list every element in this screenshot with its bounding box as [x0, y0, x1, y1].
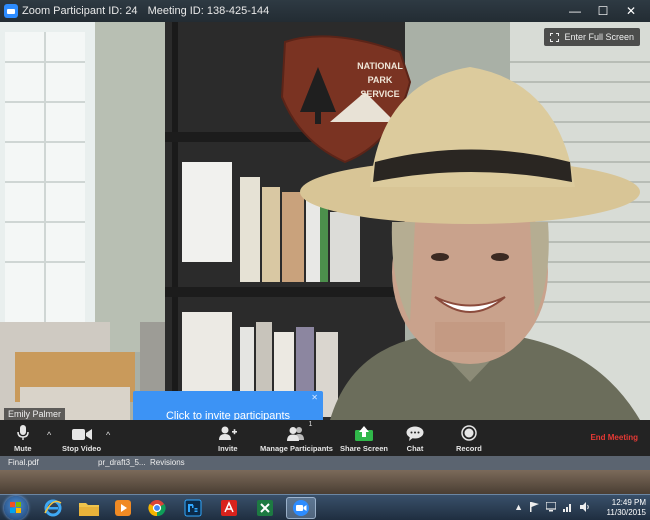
invite-button[interactable]: Invite: [218, 424, 238, 453]
mute-label: Mute: [14, 444, 32, 453]
mute-button[interactable]: Mute: [14, 424, 32, 453]
display-icon[interactable]: [546, 502, 556, 512]
share-screen-label: Share Screen: [340, 444, 388, 453]
background-windows-strip: Final.pdf pr_draft3_5... Revisions: [0, 456, 650, 470]
window-controls: — ☐ ✕: [562, 2, 644, 19]
meeting-id: Meeting ID: 138-425-144: [147, 5, 270, 17]
taskbar: ▲ 12:49 PM 11/30/2015: [0, 494, 650, 520]
nps-sign-text: SERVICE: [360, 89, 399, 99]
video-image: NATIONAL PARK SERVICE: [0, 22, 650, 420]
record-icon: [461, 424, 477, 441]
stop-video-button[interactable]: Stop Video: [62, 424, 101, 453]
video-feed: NATIONAL PARK SERVICE Enter Full Screen Em…: [0, 22, 650, 420]
clock-date: 11/30/2015: [606, 508, 646, 517]
audio-options-caret-icon[interactable]: ^: [47, 430, 51, 440]
video-camera-icon: [71, 424, 92, 441]
enter-full-screen-button[interactable]: Enter Full Screen: [544, 28, 640, 46]
system-tray: ▲: [514, 502, 590, 512]
start-button[interactable]: [4, 496, 28, 520]
invite-tooltip-close-button[interactable]: ✕: [311, 393, 318, 402]
manage-participants-button[interactable]: 1 Manage Participants: [260, 421, 333, 453]
internet-explorer-icon[interactable]: [38, 497, 68, 519]
flag-icon[interactable]: [530, 502, 539, 512]
chat-button[interactable]: Chat: [406, 424, 424, 453]
background-window-1[interactable]: Final.pdf: [8, 458, 39, 467]
clock[interactable]: 12:49 PM 11/30/2015: [607, 498, 646, 518]
file-explorer-icon[interactable]: [74, 497, 104, 519]
title-bar: Zoom Participant ID: 24 Meeting ID: 138-…: [0, 0, 650, 22]
invite-label: Invite: [218, 444, 238, 453]
invite-tooltip[interactable]: Click to invite participants ✕: [133, 391, 323, 420]
media-player-icon[interactable]: [108, 497, 138, 519]
photoshop-icon[interactable]: [178, 497, 208, 519]
expand-icon: [550, 32, 560, 42]
volume-icon[interactable]: [580, 502, 590, 512]
maximize-button[interactable]: ☐: [590, 2, 616, 19]
enter-full-screen-label: Enter Full Screen: [564, 32, 634, 42]
participant-name-label: Emily Palmer: [4, 408, 66, 420]
background-window-2[interactable]: pr_draft3_5...: [98, 458, 146, 467]
window-title: Zoom Participant ID: 24: [22, 5, 138, 17]
stop-video-label: Stop Video: [62, 444, 102, 453]
show-hidden-icons-arrow-icon[interactable]: ▲: [514, 502, 523, 512]
acrobat-icon[interactable]: [214, 497, 244, 519]
record-button[interactable]: Record: [456, 424, 482, 453]
excel-icon[interactable]: [250, 497, 280, 519]
chat-label: Chat: [406, 444, 424, 453]
participant-count-badge: 1: [308, 421, 313, 428]
video-options-caret-icon[interactable]: ^: [106, 430, 110, 440]
zoom-window: Zoom Participant ID: 24 Meeting ID: 138-…: [0, 0, 650, 520]
zoom-taskbar-icon[interactable]: [286, 497, 316, 519]
chrome-icon[interactable]: [142, 497, 172, 519]
share-screen-icon: [354, 424, 373, 441]
share-screen-button[interactable]: Share Screen: [340, 424, 388, 453]
invite-icon: [218, 424, 237, 441]
record-label: Record: [456, 444, 482, 453]
manage-participants-label: Manage Participants: [260, 444, 333, 453]
zoom-app-icon: [4, 4, 18, 18]
microphone-icon: [17, 424, 29, 441]
nps-sign-text: NATIONAL: [357, 61, 403, 71]
background-window-3[interactable]: Revisions: [150, 458, 185, 467]
invite-tooltip-text: Click to invite participants: [165, 409, 291, 421]
desktop-background: [0, 470, 650, 494]
nps-sign-text: PARK: [368, 75, 393, 85]
participants-icon: 1: [286, 421, 312, 441]
network-icon[interactable]: [563, 502, 573, 512]
meeting-toolbar: Mute ^ Stop Video ^ Invite 1 Manage Part…: [0, 420, 650, 456]
clock-time: 12:49 PM: [611, 498, 646, 507]
chat-icon: [406, 424, 424, 441]
end-meeting-button[interactable]: End Meeting: [590, 433, 638, 442]
close-button[interactable]: ✕: [618, 2, 644, 19]
minimize-button[interactable]: —: [562, 2, 588, 19]
